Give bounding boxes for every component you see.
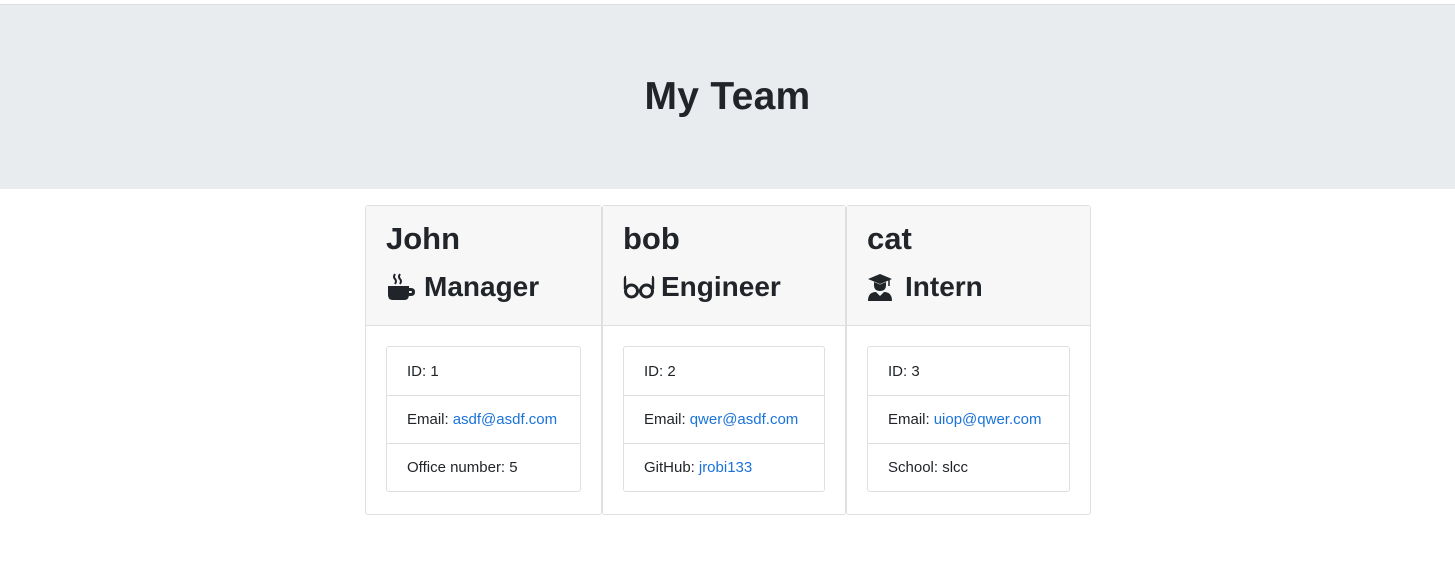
id-item: ID: 3 (868, 347, 1069, 395)
employee-name: bob (623, 221, 680, 256)
page-title: My Team (644, 75, 811, 118)
id-item: ID: 2 (624, 347, 824, 395)
card-header: cat Intern (847, 206, 1090, 326)
school-text: School: slcc (888, 459, 969, 476)
email-item: Email: uiop@qwer.com (868, 395, 1069, 443)
email-item: Email: asdf@asdf.com (387, 395, 580, 443)
role-label: Intern (905, 271, 983, 302)
card-header: John Manager (366, 206, 601, 326)
github-link[interactable]: jrobi133 (699, 459, 752, 476)
card-header: bob Engineer (603, 206, 845, 326)
email-label: Email: (644, 411, 686, 428)
role-label: Manager (424, 271, 540, 302)
email-link[interactable]: uiop@qwer.com (934, 411, 1042, 428)
details-list: ID: 1 Email: asdf@asdf.com Office number… (386, 346, 581, 492)
github-item: GitHub: jrobi133 (624, 443, 824, 491)
employee-name: cat (867, 221, 912, 256)
graduate-icon (867, 272, 899, 302)
id-text: ID: 2 (644, 362, 676, 380)
id-text: ID: 3 (888, 362, 920, 380)
office-number-item: Office number: 5 (387, 443, 580, 491)
details-list: ID: 3 Email: uiop@qwer.com School: slcc (867, 346, 1070, 492)
glasses-icon (623, 272, 655, 302)
role-label: Engineer (661, 271, 781, 302)
employee-role: Manager (386, 268, 581, 306)
email-link[interactable]: asdf@asdf.com (453, 411, 557, 428)
email-label: Email: (407, 411, 449, 428)
school-item: School: slcc (868, 443, 1069, 491)
employee-card-engineer: bob Engineer ID: 2 Email: qwer@asdf.com (602, 205, 846, 515)
employee-name: John (386, 221, 461, 256)
employee-role: Engineer (623, 268, 825, 306)
github-label: GitHub: (644, 459, 695, 476)
employee-role: Intern (867, 268, 1070, 306)
employee-card-intern: cat Intern ID: 3 Email: uiop@qwer.com Sc… (846, 205, 1091, 515)
employee-card-manager: John Manager ID: 1 Email: asdf@asdf.com (365, 205, 602, 515)
email-item: Email: qwer@asdf.com (624, 395, 824, 443)
office-number-text: Office number: 5 (407, 459, 518, 476)
id-text: ID: 1 (407, 362, 439, 380)
details-list: ID: 2 Email: qwer@asdf.com GitHub: jrobi… (623, 346, 825, 492)
page-header: My Team (0, 4, 1455, 189)
id-item: ID: 1 (387, 347, 580, 395)
email-label: Email: (888, 411, 930, 428)
email-link[interactable]: qwer@asdf.com (690, 411, 799, 428)
coffee-icon (386, 272, 418, 302)
